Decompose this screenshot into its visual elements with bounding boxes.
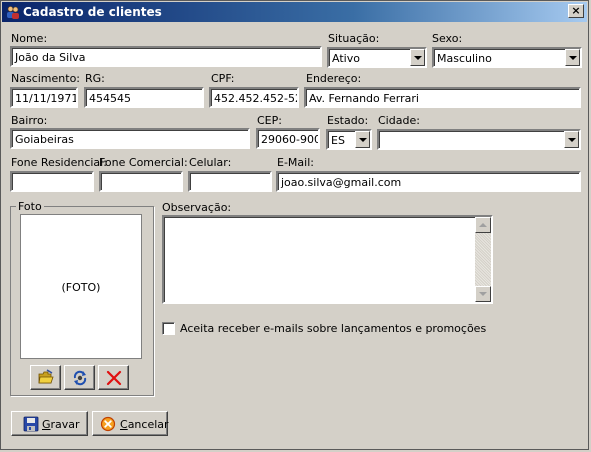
chevron-down-icon[interactable] xyxy=(564,131,579,148)
cep-value: 29060-900 xyxy=(261,133,320,146)
email-field[interactable]: joao.silva@gmail.com xyxy=(276,171,581,192)
floppy-disk-icon xyxy=(23,416,39,432)
title-bar[interactable]: Cadastro de clientes × xyxy=(2,2,587,22)
cancel-circle-icon xyxy=(100,416,116,432)
scroll-up-icon[interactable] xyxy=(475,217,491,233)
email-label: E-Mail: xyxy=(277,156,314,169)
close-icon: × xyxy=(571,4,581,17)
sexo-value: Masculino xyxy=(437,52,492,65)
cpf-field[interactable]: 452.452.452-52 xyxy=(209,87,299,108)
cancelar-label: Cancelar xyxy=(120,418,169,431)
estado-label: Estado: xyxy=(327,114,369,127)
cadastro-window: Cadastro de clientes × Nome: João da Sil… xyxy=(0,0,589,450)
foto-group-label: Foto xyxy=(16,200,44,213)
nascimento-field[interactable]: 11/11/1971 xyxy=(10,87,78,108)
bairro-label: Bairro: xyxy=(11,114,48,127)
estado-value: ES xyxy=(331,134,345,147)
newsletter-checkbox[interactable] xyxy=(162,322,175,335)
newsletter-label[interactable]: Aceita receber e-mails sobre lançamentos… xyxy=(180,322,486,335)
bairro-value: Goiabeiras xyxy=(15,133,74,146)
fone-comercial-label: Fone Comercial: xyxy=(99,156,188,169)
delete-x-icon xyxy=(106,370,122,386)
endereco-field[interactable]: Av. Fernando Ferrari xyxy=(304,87,581,108)
estado-select[interactable]: ES xyxy=(326,129,372,150)
chevron-down-icon[interactable] xyxy=(355,131,370,148)
rg-field[interactable]: 454545 xyxy=(84,87,204,108)
cidade-label: Cidade: xyxy=(378,114,420,127)
nome-field[interactable]: João da Silva xyxy=(10,46,322,67)
folder-open-icon xyxy=(38,369,54,384)
sexo-select[interactable]: Masculino xyxy=(432,47,582,68)
close-button[interactable]: × xyxy=(568,4,584,18)
fone-residencial-field[interactable] xyxy=(10,171,94,192)
observacao-label: Observação: xyxy=(162,201,232,214)
photo-placeholder: (FOTO) xyxy=(61,281,101,294)
gravar-label: Gravar xyxy=(42,418,80,431)
fone-comercial-field[interactable] xyxy=(99,171,183,192)
email-value: joao.silva@gmail.com xyxy=(281,176,402,189)
photo-frame[interactable]: (FOTO) xyxy=(20,214,142,359)
load-photo-button[interactable] xyxy=(30,365,61,390)
camera-refresh-icon xyxy=(73,370,87,386)
nome-label: Nome: xyxy=(11,32,48,45)
scroll-down-icon[interactable] xyxy=(475,286,491,302)
situacao-label: Situação: xyxy=(328,32,380,45)
cep-field[interactable]: 29060-900 xyxy=(256,128,320,149)
chevron-down-icon[interactable] xyxy=(565,49,580,66)
situacao-select[interactable]: Ativo xyxy=(327,47,427,68)
nome-value: João da Silva xyxy=(15,51,86,64)
chevron-down-icon[interactable] xyxy=(410,49,425,66)
rg-value: 454545 xyxy=(89,92,131,105)
cancelar-button[interactable]: Cancelar xyxy=(92,411,169,436)
gravar-button[interactable]: Gravar xyxy=(11,411,88,436)
cidade-select[interactable] xyxy=(377,129,581,150)
sexo-label: Sexo: xyxy=(432,32,463,45)
fone-residencial-label: Fone Residencial: xyxy=(11,156,107,169)
cpf-value: 452.452.452-52 xyxy=(214,92,299,105)
observacao-scrollbar[interactable] xyxy=(475,217,491,302)
capture-photo-button[interactable] xyxy=(64,365,95,390)
situacao-value: Ativo xyxy=(332,52,360,65)
rg-label: RG: xyxy=(85,72,105,85)
window-title: Cadastro de clientes xyxy=(23,5,162,19)
endereco-label: Endereço: xyxy=(306,72,362,85)
users-icon xyxy=(7,6,19,19)
remove-photo-button[interactable] xyxy=(98,365,129,390)
observacao-textarea[interactable] xyxy=(162,215,493,304)
cpf-label: CPF: xyxy=(211,72,235,85)
celular-field[interactable] xyxy=(188,171,272,192)
bairro-field[interactable]: Goiabeiras xyxy=(10,128,250,149)
nascimento-value: 11/11/1971 xyxy=(15,92,78,105)
endereco-value: Av. Fernando Ferrari xyxy=(309,92,419,105)
nascimento-label: Nascimento: xyxy=(11,72,81,85)
celular-label: Celular: xyxy=(189,156,232,169)
cep-label: CEP: xyxy=(257,114,282,127)
